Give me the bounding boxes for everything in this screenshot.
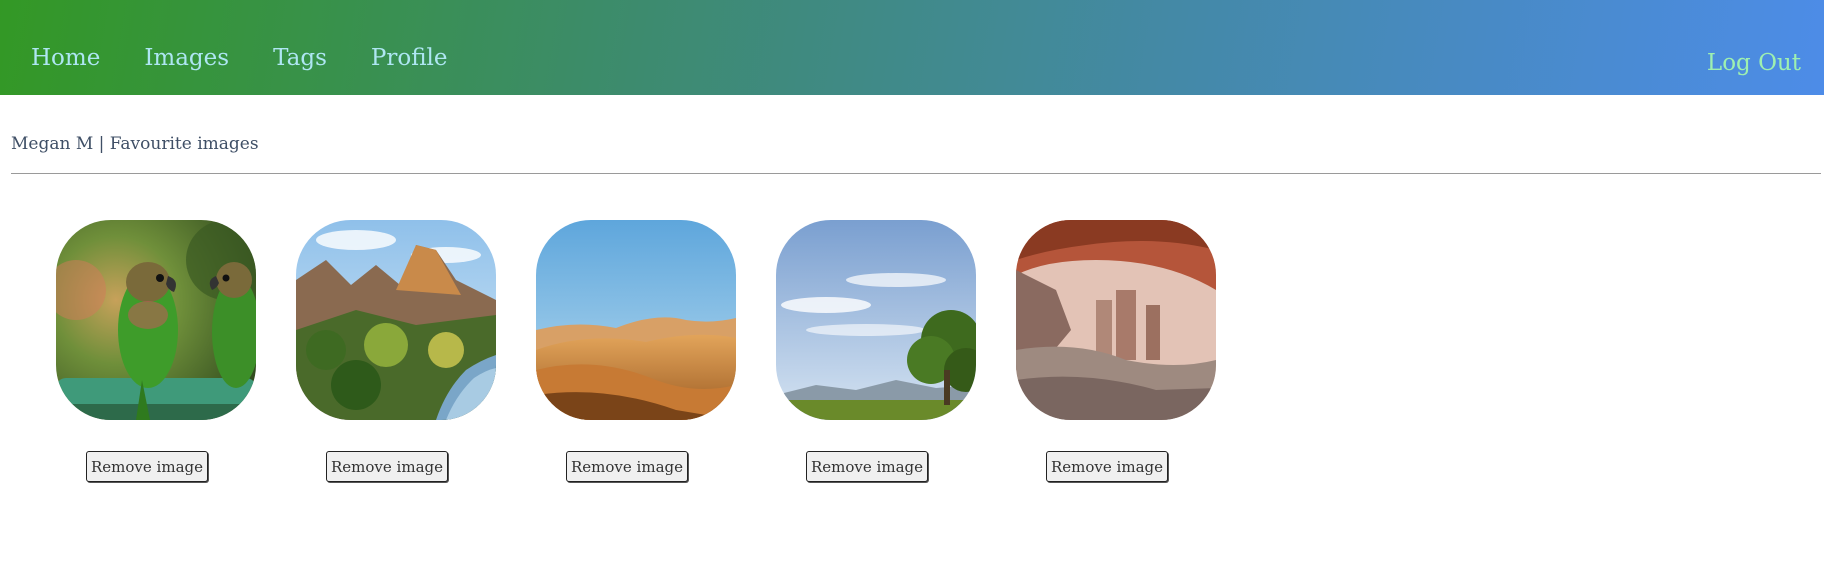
page-title: Megan M | Favourite images bbox=[11, 134, 259, 154]
remove-image-button[interactable]: Remove image bbox=[806, 451, 928, 482]
nav-links: Home Images Tags Profile bbox=[31, 44, 448, 73]
header-divider bbox=[11, 173, 1821, 174]
remove-image-button[interactable]: Remove image bbox=[1046, 451, 1168, 482]
remove-image-button[interactable]: Remove image bbox=[326, 451, 448, 482]
image-card: Remove image bbox=[536, 220, 736, 482]
remove-image-button[interactable]: Remove image bbox=[566, 451, 688, 482]
image-card: Remove image bbox=[296, 220, 496, 482]
tree-sky-photo[interactable] bbox=[776, 220, 976, 420]
desert-dunes-photo[interactable] bbox=[536, 220, 736, 420]
remove-image-button[interactable]: Remove image bbox=[86, 451, 208, 482]
logout-link[interactable]: Log Out bbox=[1707, 49, 1801, 78]
rock-arch-photo[interactable] bbox=[1016, 220, 1216, 420]
image-card: Remove image bbox=[1016, 220, 1216, 482]
canyon-river-photo[interactable] bbox=[296, 220, 496, 420]
image-card: Remove image bbox=[776, 220, 976, 482]
nav-profile-link[interactable]: Profile bbox=[371, 44, 448, 73]
nav-home-link[interactable]: Home bbox=[31, 44, 100, 73]
nav-images-link[interactable]: Images bbox=[144, 44, 229, 73]
image-card: Remove image bbox=[56, 220, 256, 482]
parrots-photo[interactable] bbox=[56, 220, 256, 420]
top-navbar: Home Images Tags Profile Log Out bbox=[0, 0, 1824, 95]
nav-tags-link[interactable]: Tags bbox=[273, 44, 327, 73]
